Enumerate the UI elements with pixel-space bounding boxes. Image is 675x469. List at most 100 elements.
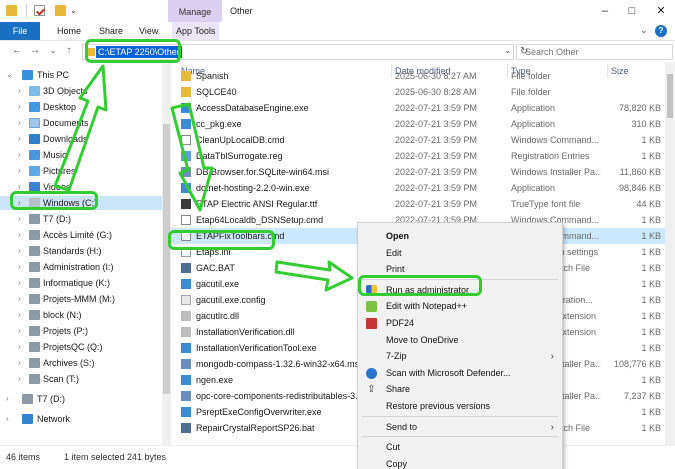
sidebar-item-standards[interactable]: › Standards (H:) [0,244,162,258]
menu-item-open[interactable]: Open [358,228,562,245]
chevron-right-icon[interactable]: › [18,132,21,146]
table-row[interactable]: CleanUpLocalDB.cmd 2022-07-21 3:59 PM Wind… [171,132,665,148]
menu-item-restore-previous-versions[interactable]: Restore previous versions [358,398,562,415]
sidebar-item-documents[interactable]: › Documents [0,116,162,130]
chevron-right-icon[interactable]: › [18,116,21,130]
sidebar-item-projets-mmm[interactable]: › Projets-MMM (M:) [0,292,162,306]
file-type: Windows Installer Pa... [511,167,601,177]
chevron-right-icon[interactable]: › [18,308,21,322]
forward-button[interactable]: → [28,44,42,58]
file-list-scrollbar[interactable] [665,62,675,445]
scrollbar-thumb[interactable] [163,124,170,394]
batch-file-icon [181,423,191,433]
file-type: Windows Command... [511,135,600,145]
sidebar-item-this-pc[interactable]: ⌄ This PC [0,68,162,82]
table-row[interactable]: AccessDatabaseEngine.exe 2022-07-21 3:59 … [171,100,665,116]
chevron-right-icon[interactable]: › [18,324,21,338]
menu-item-move-to-onedrive[interactable]: Move to OneDrive [358,332,562,349]
sidebar-item-informatique[interactable]: › Informatique (K:) [0,276,162,290]
sidebar-item-acces-limite[interactable]: › Accès Limité (G:) [0,228,162,242]
chevron-right-icon[interactable]: › [18,100,21,114]
up-button[interactable]: ↑ [62,44,76,58]
file-size: 11,860 KB [619,167,661,177]
sidebar-item-downloads[interactable]: › Downloads [0,132,162,146]
sidebar-scrollbar[interactable] [162,62,171,445]
chevron-right-icon[interactable]: › [18,148,21,162]
sidebar-item-music[interactable]: › Music [0,148,162,162]
sidebar-item-network[interactable]: › Network [0,412,162,426]
properties-check-icon[interactable] [34,5,45,16]
search-input[interactable]: ↻ Search Other [516,44,673,60]
tab-share[interactable]: Share [99,22,123,40]
menu-item-pdf24[interactable]: PDF24 [358,315,562,332]
chevron-right-icon[interactable]: › [18,228,21,242]
menu-item-share[interactable]: ⇪ Share [358,381,562,398]
chevron-right-icon[interactable]: › [18,164,21,178]
menu-item-cut[interactable]: Cut [358,439,562,456]
tab-home[interactable]: Home [57,22,81,40]
table-row[interactable]: Spanish 2025-06-30 8:27 AM File folder [171,68,665,84]
menu-item-send-to[interactable]: Send to › [358,419,562,436]
sidebar-item-pictures[interactable]: › Pictures [0,164,162,178]
sidebar-item-t7-d[interactable]: › T7 (D:) [0,212,162,226]
file-type: Application [511,183,556,193]
tab-view[interactable]: View [139,22,158,40]
window-title: Other [230,6,253,16]
minimize-button[interactable]: – [595,3,615,19]
sidebar-item-administration[interactable]: › Administration (I:) [0,260,162,274]
chevron-right-icon[interactable]: › [18,372,21,386]
maximize-button[interactable]: □ [622,3,642,19]
quick-access-dropdown-icon[interactable]: ⌄ [70,6,77,15]
menu-item-7-zip[interactable]: 7-Zip › [358,348,562,365]
sidebar-item-3d-objects[interactable]: › 3D Objects [0,84,162,98]
chevron-right-icon[interactable]: › [18,84,21,98]
file-size: 1 KB [641,375,661,385]
table-row[interactable]: DB.Browser.for.SQLite-win64.msi 2022-07-2… [171,164,665,180]
new-folder-icon[interactable] [55,5,66,16]
sidebar-item-block[interactable]: › block (N:) [0,308,162,322]
sidebar-item-archives[interactable]: › Archives (S:) [0,356,162,370]
help-icon[interactable]: ? [655,25,667,37]
tab-app-tools[interactable]: App Tools [172,22,220,40]
menu-item-label: Edit with Notepad++ [386,301,468,312]
chevron-right-icon[interactable]: › [6,412,9,426]
chevron-right-icon[interactable]: › [18,244,21,258]
sidebar-item-scan[interactable]: › Scan (T:) [0,372,162,386]
chevron-down-icon[interactable]: ⌄ [6,68,13,82]
sidebar-item-t7-d-root[interactable]: › T7 (D:) [0,392,162,406]
scrollbar-thumb[interactable] [667,74,673,118]
tab-manage[interactable]: Manage [168,0,222,22]
chevron-right-icon[interactable]: › [18,356,21,370]
menu-item-copy[interactable]: Copy [358,456,562,469]
sidebar-item-projetsqc[interactable]: › ProjetsQC (Q:) [0,340,162,354]
network-drive-icon [29,374,40,384]
sidebar-item-projets[interactable]: › Projets (P:) [0,324,162,338]
sidebar-item-desktop[interactable]: › Desktop [0,100,162,114]
dll-icon [181,327,191,337]
menu-item-edit-with-notepad[interactable]: Edit with Notepad++ [358,298,562,315]
table-row[interactable]: dotnet-hosting-2.2.0-win.exe 2022-07-21 3… [171,180,665,196]
menu-item-edit[interactable]: Edit [358,245,562,262]
table-row[interactable]: ETAP Electric ANSI Regular.ttf 2022-07-21… [171,196,665,212]
close-button[interactable]: ✕ [651,3,671,19]
chevron-right-icon[interactable]: › [18,212,21,226]
chevron-right-icon[interactable]: › [18,260,21,274]
file-name: DB.Browser.for.SQLite-win64.msi [196,167,330,177]
table-row[interactable]: SQLCE40 2025-06-30 8:28 AM File folder [171,84,665,100]
menu-item-scan-with-microsoft-defender[interactable]: Scan with Microsoft Defender... [358,365,562,382]
chevron-right-icon[interactable]: › [18,276,21,290]
chevron-right-icon[interactable]: › [18,340,21,354]
file-size: 108,776 KB [613,359,661,369]
tab-file[interactable]: File [0,22,40,40]
sidebar-item-label: block (N:) [43,310,82,320]
back-button[interactable]: ← [10,44,24,58]
ribbon-expand-icon[interactable]: ⌄ [640,25,648,36]
table-row[interactable]: DataTblSurrogate.reg 2022-07-21 3:59 PM Re… [171,148,665,164]
table-row[interactable]: cc_pkg.exe 2022-07-21 3:59 PM Application 3… [171,116,665,132]
chevron-right-icon[interactable]: › [6,392,9,406]
folder-icon[interactable] [6,5,17,16]
recent-locations-icon[interactable]: ⌄ [46,44,60,58]
chevron-right-icon[interactable]: › [18,292,21,306]
chevron-down-icon[interactable]: ⌄ [504,46,511,55]
ribbon-tabs: File Home Share View App Tools ⌄ ? [0,22,675,40]
